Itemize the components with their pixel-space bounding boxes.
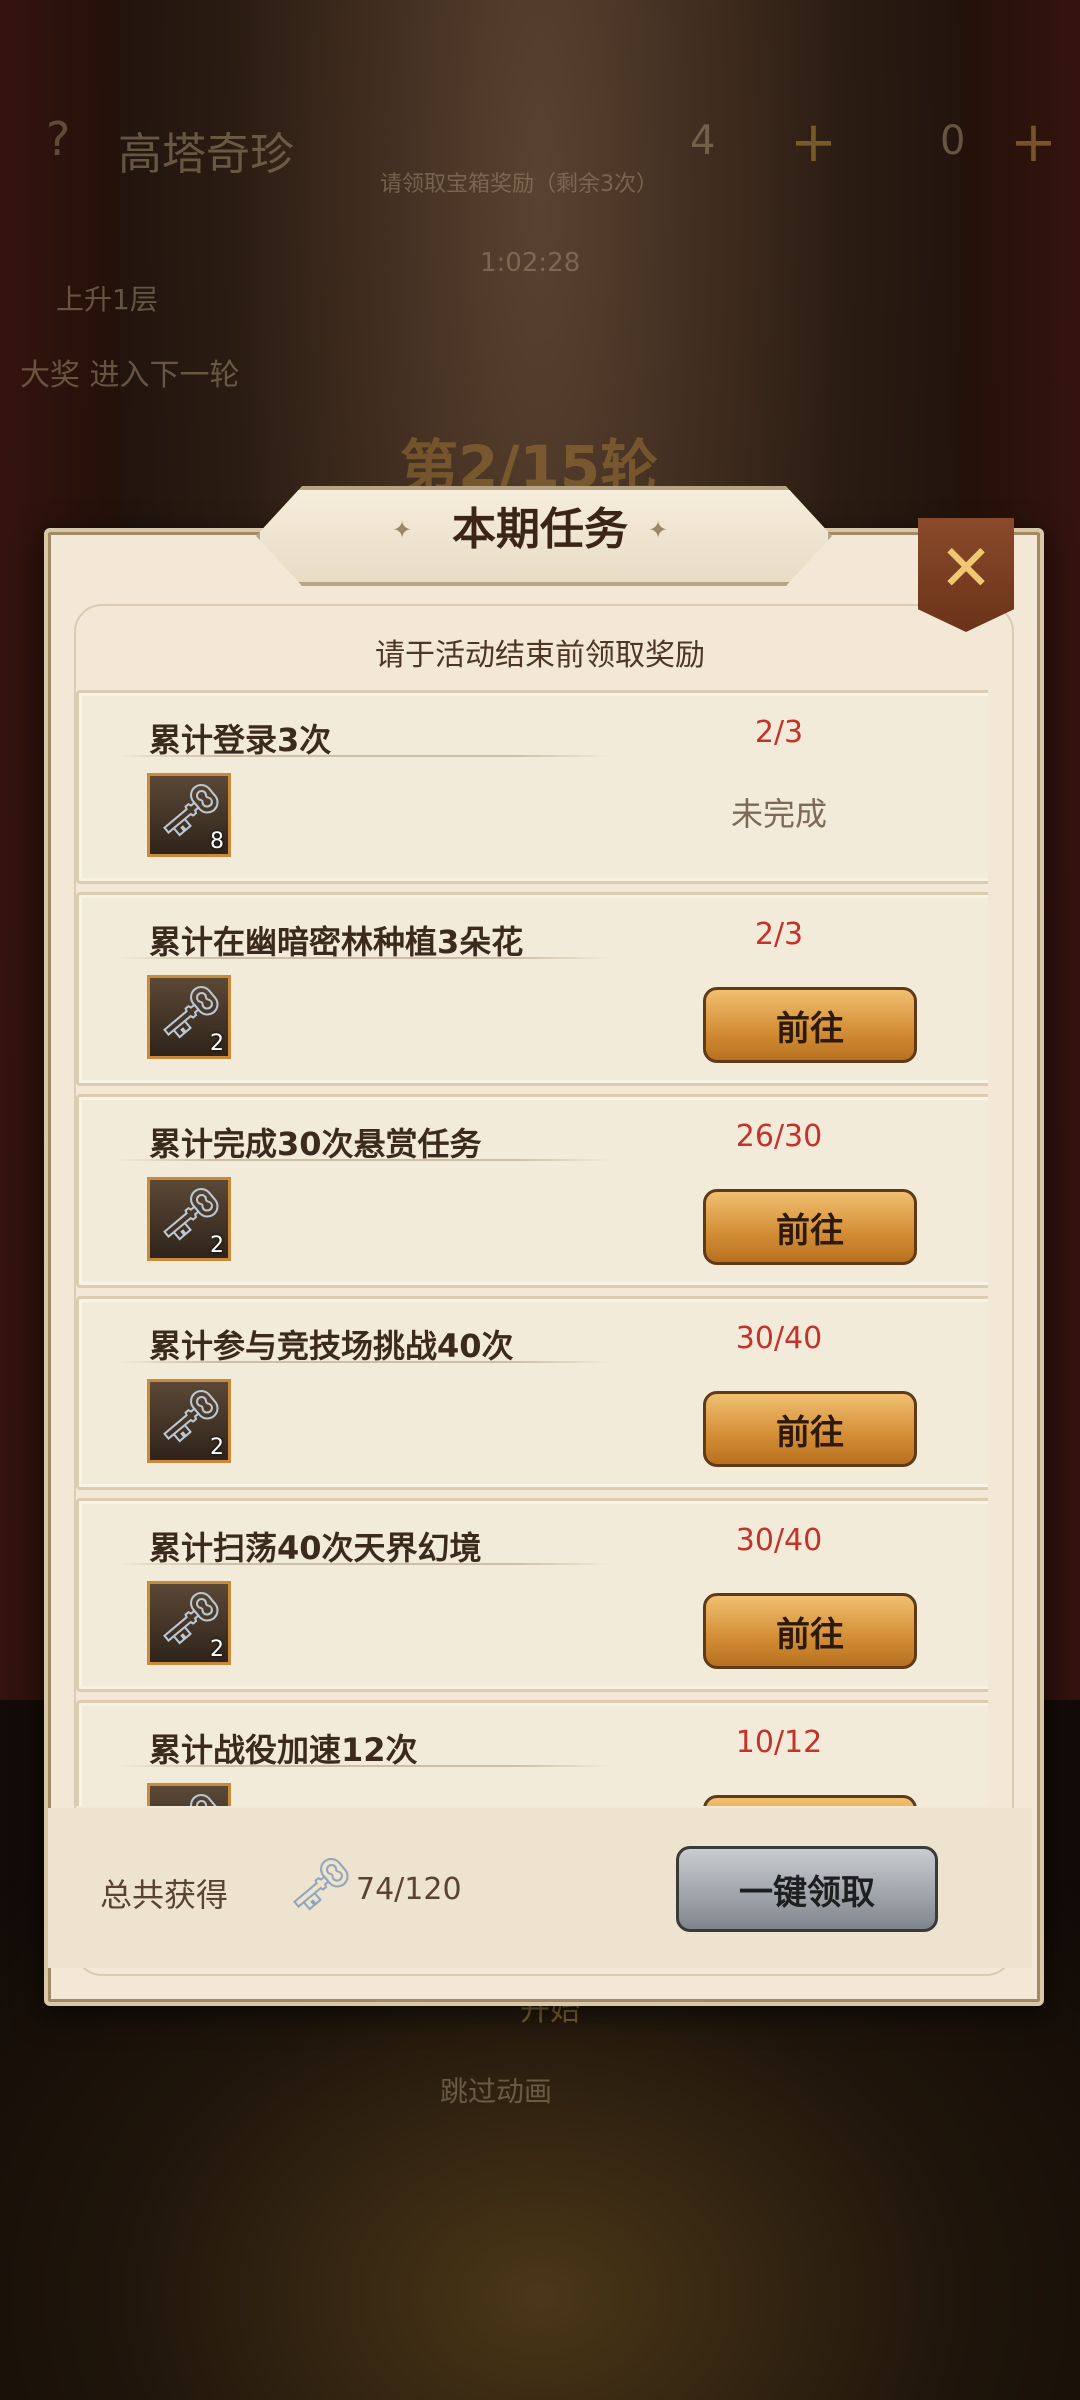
- prize-hint: 大奖 进入下一轮: [20, 358, 240, 393]
- go-button[interactable]: 前往: [703, 987, 917, 1063]
- key-icon: 🗝: [158, 1790, 224, 1806]
- total-earned-label: 总共获得: [100, 1876, 229, 1914]
- go-button[interactable]: 前往: [703, 1391, 917, 1467]
- go-button[interactable]: 前往: [703, 1795, 917, 1806]
- reward-item[interactable]: 🗝 2: [147, 1581, 231, 1665]
- task-row: 累计战役加速12次 10/12 🗝 2 前往: [76, 1700, 988, 1806]
- task-status: 未完成: [730, 795, 827, 833]
- reward-quantity: 2: [210, 1031, 224, 1056]
- add-resource-1-icon: +: [790, 110, 837, 175]
- reward-item[interactable]: 🗝 2: [147, 975, 231, 1059]
- divider: [113, 1563, 613, 1565]
- event-timer: 1:02:28: [480, 248, 581, 278]
- close-button[interactable]: ✕: [918, 518, 1014, 632]
- total-earned-count: 74/120: [356, 1872, 462, 1907]
- reward-quantity: 2: [210, 1637, 224, 1662]
- reward-item[interactable]: 🗝 8: [147, 773, 231, 857]
- task-progress: 30/40: [735, 1523, 823, 1558]
- event-subtitle: 请领取宝箱奖励（剩余3次）: [380, 172, 658, 197]
- skip-animation-label: 跳过动画: [440, 2075, 553, 2108]
- task-progress: 2/3: [754, 917, 804, 952]
- task-list[interactable]: 累计登录3次 2/3 🗝 8 未完成 累计在幽暗密林种植3朵花 2/3 🗝 2 …: [76, 690, 988, 1806]
- help-icon: ?: [46, 112, 71, 166]
- task-row: 累计参与竞技场挑战40次 30/40 🗝 2 前往: [76, 1296, 988, 1490]
- divider: [113, 1159, 613, 1161]
- event-title: 高塔奇珍: [118, 129, 294, 180]
- reward-item[interactable]: 🗝 2: [147, 1177, 231, 1261]
- task-row: 累计登录3次 2/3 🗝 8 未完成: [76, 690, 988, 884]
- claim-all-button[interactable]: 一键领取: [676, 1846, 938, 1932]
- floor-up-text: 上升1层: [56, 283, 158, 316]
- go-button[interactable]: 前往: [703, 1189, 917, 1265]
- divider: [113, 1361, 613, 1363]
- resource-1-count: 4: [690, 118, 716, 164]
- reward-quantity: 2: [210, 1435, 224, 1460]
- task-row: 累计扫荡40次天界幻境 30/40 🗝 2 前往: [76, 1498, 988, 1692]
- task-progress: 30/40: [735, 1321, 823, 1356]
- task-progress: 26/30: [735, 1119, 823, 1154]
- go-button[interactable]: 前往: [703, 1593, 917, 1669]
- task-row: 累计在幽暗密林种植3朵花 2/3 🗝 2 前往: [76, 892, 988, 1086]
- task-row: 累计完成30次悬赏任务 26/30 🗝 2 前往: [76, 1094, 988, 1288]
- reward-item[interactable]: 🗝 2: [147, 1379, 231, 1463]
- divider: [113, 755, 613, 757]
- reward-quantity: 2: [210, 1233, 224, 1258]
- task-progress: 2/3: [754, 715, 804, 750]
- close-icon: ✕: [939, 532, 993, 606]
- reward-item[interactable]: 🗝 2: [147, 1783, 231, 1806]
- divider: [113, 957, 613, 959]
- key-icon: 🗝: [288, 1855, 355, 1915]
- divider: [113, 1765, 613, 1767]
- task-progress: 10/12: [735, 1725, 823, 1760]
- resource-2-count: 0: [940, 118, 966, 164]
- add-resource-2-icon: +: [1010, 110, 1057, 175]
- panel-subtitle: 请于活动结束前领取奖励: [375, 638, 705, 673]
- reward-quantity: 8: [210, 829, 224, 854]
